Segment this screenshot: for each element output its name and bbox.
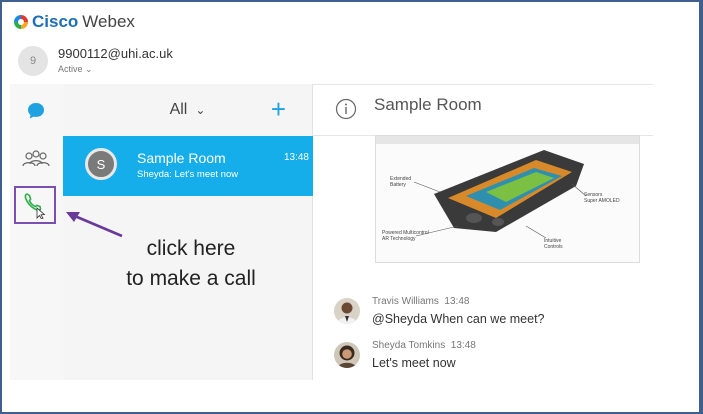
info-button[interactable] [335, 98, 357, 125]
message-item: Sheyda Tomkins 13:48 Let's meet now [334, 340, 476, 370]
brand-webex: Webex [82, 12, 135, 31]
message-author: Travis Williams [372, 296, 439, 307]
room-time: 13:48 [283, 152, 309, 163]
teams-button[interactable] [18, 142, 54, 176]
svg-text:Battery: Battery [390, 182, 406, 188]
chevron-down-icon: ⌄ [195, 103, 206, 117]
avatar[interactable] [334, 298, 360, 324]
svg-text:AR Technology: AR Technology [382, 236, 416, 242]
message-author: Sheyda Tomkins [372, 340, 446, 351]
message-item: Travis Williams 13:48 @Sheyda When can w… [334, 296, 545, 326]
left-nav-rail [10, 84, 63, 380]
message-time: 13:48 [444, 296, 470, 307]
device-diagram-image: Extended Battery Sensors Super AMOLED Po… [376, 136, 639, 250]
room-snippet: Sheyda: Let's meet now [137, 169, 239, 180]
list-header: All ⌄ + [63, 84, 312, 136]
phone-icon [24, 193, 46, 219]
room-avatar: S [85, 148, 117, 180]
filter-dropdown[interactable]: All ⌄ [170, 101, 206, 119]
annotation-line2: to make a call [126, 267, 256, 290]
user-profile[interactable]: 9 9900112@uhi.ac.uk Active ⌄ [18, 44, 173, 76]
avatar[interactable]: 9 [18, 46, 48, 76]
annotation-line1: click here [146, 237, 236, 260]
list-item[interactable]: S Sample Room Sheyda: Let's meet now 13:… [63, 136, 313, 196]
room-title: Sample Room [137, 150, 226, 166]
brand-cisco: Cisco [32, 12, 79, 31]
person-avatar-icon [334, 298, 360, 324]
message-time: 13:48 [450, 340, 476, 351]
message-text: Let's meet now [372, 356, 456, 370]
chevron-down-icon: ⌄ [85, 64, 93, 74]
calls-button[interactable] [14, 186, 56, 224]
webex-logo-icon [14, 15, 28, 29]
status-label: Active [58, 64, 83, 74]
avatar[interactable] [334, 342, 360, 368]
page-title: Sample Room [374, 95, 482, 114]
user-email: 9900112@uhi.ac.uk [58, 46, 173, 61]
info-icon [335, 98, 357, 120]
annotation-text: click here to make a call [106, 234, 276, 294]
divider [313, 84, 653, 85]
add-space-button[interactable]: + [271, 96, 286, 122]
filter-label: All [169, 101, 188, 118]
people-icon [22, 150, 50, 167]
svg-text:Super AMOLED: Super AMOLED [584, 198, 620, 204]
person-avatar-icon [334, 342, 360, 368]
messaging-button[interactable] [18, 94, 54, 128]
message-text: @Sheyda When can we meet? [372, 312, 545, 326]
chat-icon [28, 103, 44, 119]
app-window: Cisco Webex 9 9900112@uhi.ac.uk Active ⌄ [0, 0, 703, 414]
brand-header: Cisco Webex [14, 12, 135, 32]
status-dropdown[interactable]: Active ⌄ [58, 64, 173, 75]
shared-image[interactable]: Extended Battery Sensors Super AMOLED Po… [375, 135, 640, 263]
svg-text:Controls: Controls [544, 244, 563, 250]
